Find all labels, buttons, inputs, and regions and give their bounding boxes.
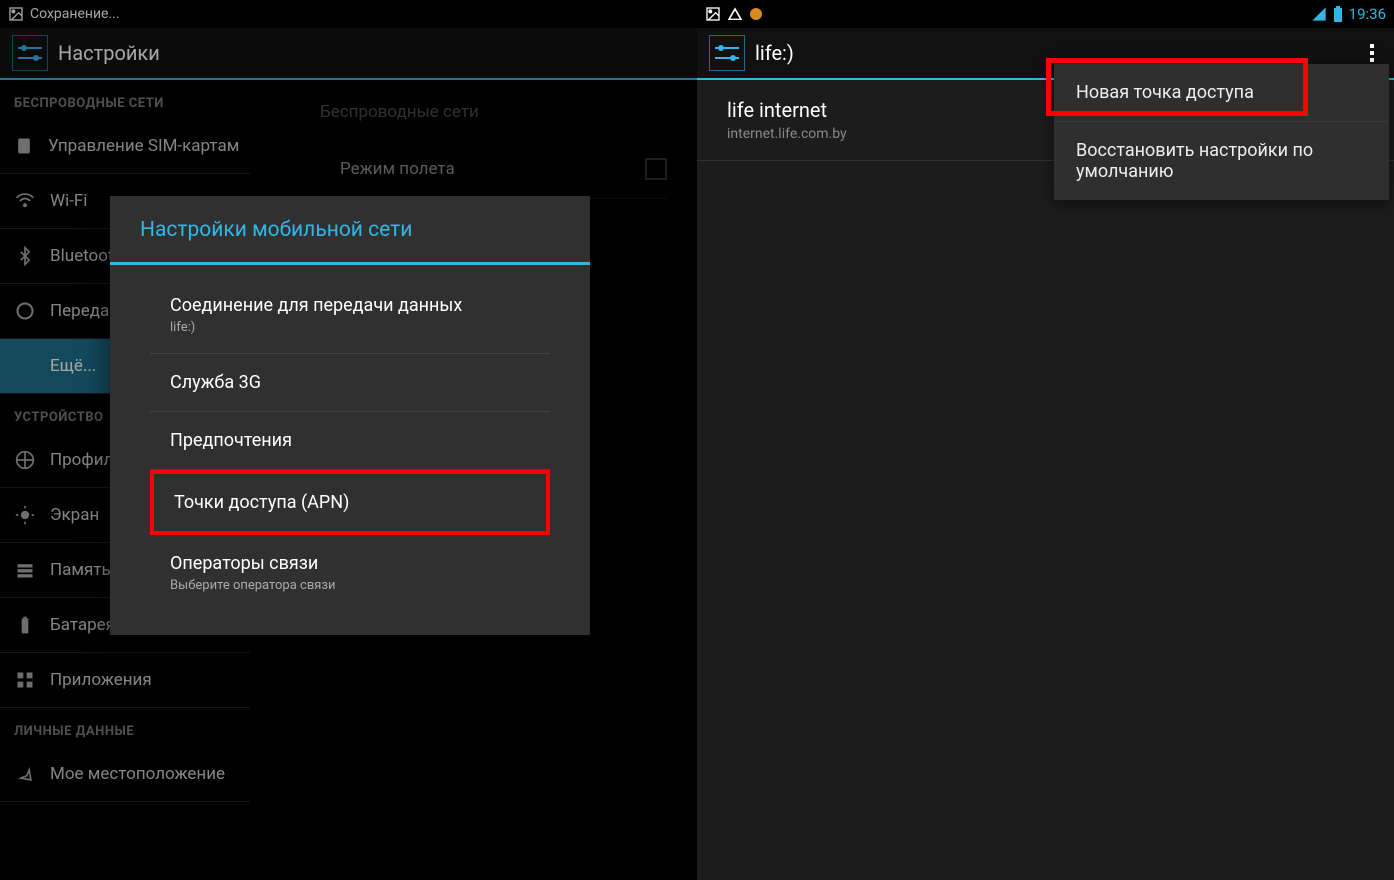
warning-icon [727,6,743,22]
dialog-item-primary: Точки доступа (APN) [174,492,526,513]
popup-item-label: Новая точка доступа [1076,82,1254,103]
dialog-item-3g[interactable]: Служба 3G [150,354,550,412]
dialog-item-data-connection[interactable]: Соединение для передачи данных life:) [150,277,550,354]
mobile-network-dialog: Настройки мобильной сети Соединение для … [110,196,590,635]
dialog-item-primary: Служба 3G [170,372,530,393]
status-time: 19:36 [1349,5,1386,23]
image-icon [705,6,721,22]
popup-item-label: Восстановить настройки по умолчанию [1076,140,1313,182]
dialog-title: Настройки мобильной сети [110,196,590,265]
popup-item-new-apn[interactable]: Новая точка доступа [1054,64,1389,122]
circle-icon [749,7,763,21]
signal-icon [1311,6,1327,22]
overflow-popup-menu: Новая точка доступа Восстановить настрой… [1054,64,1389,200]
battery-icon [1333,6,1343,22]
left-screen: Сохранение... Настройки БЕСПРОВОДНЫЕ СЕТ… [0,0,697,880]
right-screen: 19:36 life:) life internet internet.life… [697,0,1394,880]
apn-list: life internet internet.life.com.by [697,80,1394,880]
settings-icon [709,35,745,71]
dialog-item-apn[interactable]: Точки доступа (APN) [150,470,550,535]
status-bar: 19:36 [697,0,1394,28]
page-title: life:) [755,41,794,65]
dialog-item-operators[interactable]: Операторы связи Выберите оператора связи [150,535,550,611]
popup-item-reset-defaults[interactable]: Восстановить настройки по умолчанию [1054,122,1389,200]
dialog-item-secondary: life:) [170,320,530,335]
dialog-item-primary: Предпочтения [170,430,530,451]
dialog-item-secondary: Выберите оператора связи [170,578,530,593]
dialog-item-preferences[interactable]: Предпочтения [150,412,550,470]
dialog-item-primary: Операторы связи [170,553,530,574]
dialog-item-primary: Соединение для передачи данных [170,295,530,316]
